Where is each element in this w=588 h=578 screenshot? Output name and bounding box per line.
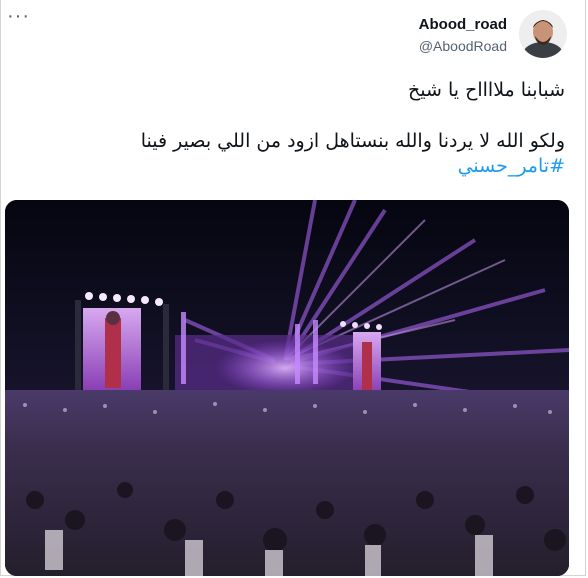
- tweet-line: ولكو الله لا يردنا والله بنستاهل ازود من…: [140, 130, 565, 152]
- user-handle[interactable]: @AboodRoad: [419, 36, 507, 56]
- author-block: Abood_road @AboodRoad: [419, 16, 507, 56]
- display-name[interactable]: Abood_road: [419, 16, 507, 34]
- tweet-photo[interactable]: [5, 200, 569, 576]
- user-photo-icon: [519, 10, 567, 58]
- tweet-text: شبابنا ملااااح يا شيخ ولكو الله لا يردنا…: [25, 78, 565, 179]
- avatar[interactable]: [519, 10, 567, 58]
- hashtag-link[interactable]: #تامر_حسني: [458, 155, 565, 177]
- more-options-icon[interactable]: ···: [7, 6, 30, 26]
- concert-photo: [5, 200, 569, 576]
- tweet-card[interactable]: ··· Abood_road @AboodRoad شبابنا ملااااح…: [0, 0, 586, 576]
- tweet-line: شبابنا ملااااح يا شيخ: [408, 79, 565, 101]
